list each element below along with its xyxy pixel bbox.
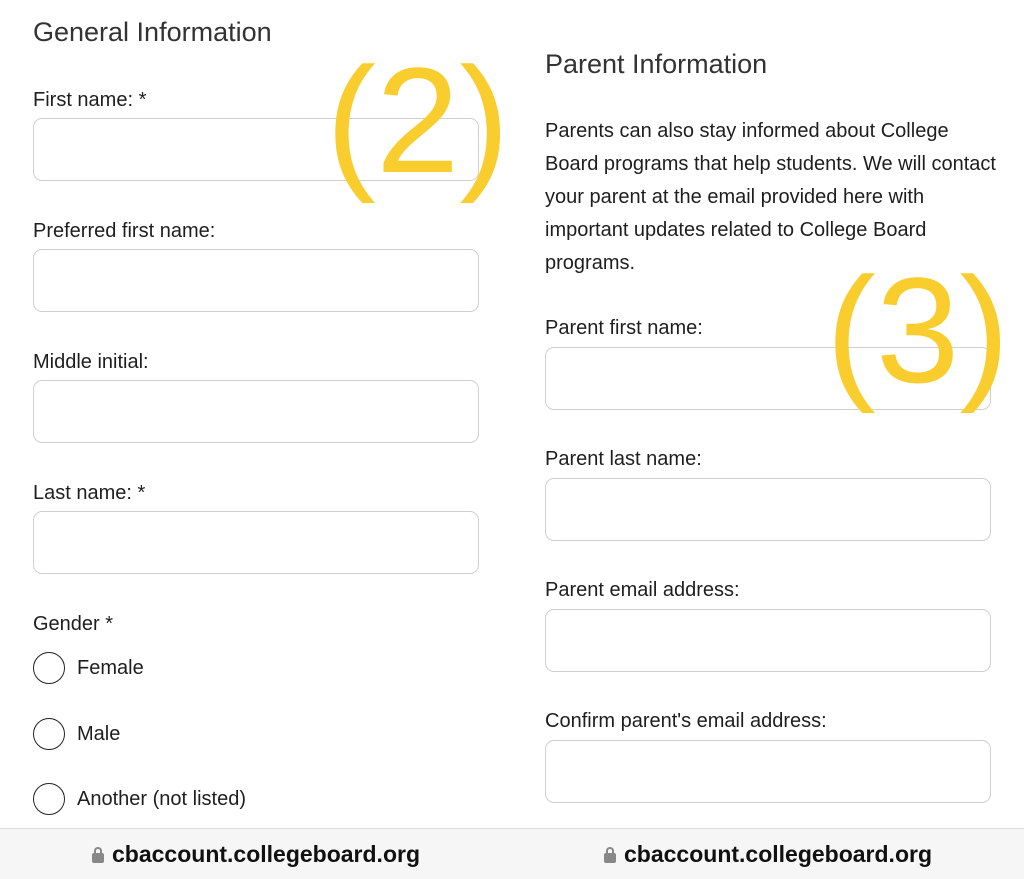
- last-name-label: Last name: *: [33, 482, 146, 504]
- parent-last-name-input[interactable]: [545, 478, 991, 541]
- gender-female-radio[interactable]: [33, 652, 65, 684]
- parent-last-name-label: Parent last name:: [545, 448, 702, 470]
- parent-email-input[interactable]: [545, 609, 991, 672]
- section-title: General Information: [33, 17, 272, 47]
- middle-initial-label: Middle initial:: [33, 351, 149, 373]
- url-bar[interactable]: cbaccount.collegeboard.org: [0, 828, 512, 879]
- first-name-label: First name: *: [33, 89, 147, 111]
- confirm-parent-email-label: Confirm parent's email address:: [545, 710, 827, 732]
- middle-initial-input[interactable]: [33, 380, 479, 443]
- gender-label: Gender *: [33, 613, 114, 635]
- lock-icon: [92, 847, 104, 863]
- gender-female-label[interactable]: Female: [77, 656, 144, 680]
- parent-first-name-label: Parent first name:: [545, 317, 703, 339]
- preferred-first-name-label: Preferred first name:: [33, 220, 216, 242]
- section-description: Parents can also stay informed about Col…: [545, 120, 996, 274]
- last-name-input[interactable]: [33, 511, 479, 574]
- preferred-first-name-input[interactable]: [33, 249, 479, 312]
- gender-male-label[interactable]: Male: [77, 722, 120, 746]
- url-text: cbaccount.collegeboard.org: [624, 840, 932, 867]
- section-title: Parent Information: [545, 49, 768, 79]
- gender-another-label[interactable]: Another (not listed): [77, 787, 246, 811]
- parent-email-label: Parent email address:: [545, 579, 740, 601]
- first-name-input[interactable]: [33, 118, 479, 181]
- url-bar[interactable]: cbaccount.collegeboard.org: [512, 828, 1024, 879]
- url-text: cbaccount.collegeboard.org: [112, 840, 420, 867]
- confirm-parent-email-input[interactable]: [545, 740, 991, 803]
- gender-another-radio[interactable]: [33, 783, 65, 815]
- parent-first-name-input[interactable]: [545, 347, 991, 410]
- gender-male-radio[interactable]: [33, 718, 65, 750]
- lock-icon: [604, 847, 616, 863]
